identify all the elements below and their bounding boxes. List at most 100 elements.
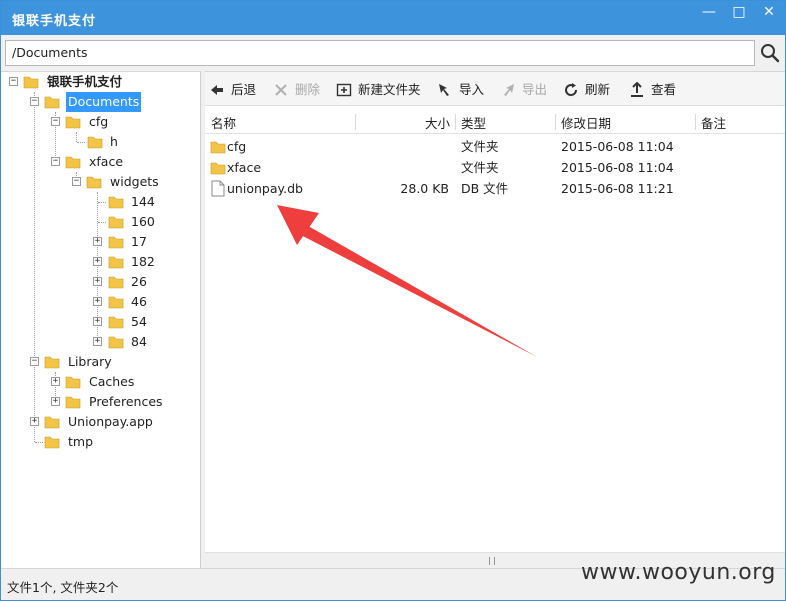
path-input[interactable]: /Documents bbox=[5, 40, 755, 66]
folder-icon bbox=[44, 356, 60, 369]
tree-node-unionpay-app[interactable]: + Unionpay.app bbox=[1, 412, 200, 432]
expand-toggle[interactable]: + bbox=[93, 297, 102, 306]
file-type: 文件夹 bbox=[461, 139, 499, 154]
tree-node-widgets[interactable]: − widgets bbox=[1, 172, 200, 192]
scrollbar-grip[interactable] bbox=[489, 557, 495, 565]
tree-node-h[interactable]: h bbox=[1, 132, 200, 152]
column-modified[interactable]: 修改日期 bbox=[561, 113, 611, 132]
file-size: 28.0 KB bbox=[400, 181, 449, 196]
column-type[interactable]: 类型 bbox=[461, 113, 486, 132]
folder-icon bbox=[65, 396, 81, 409]
collapse-toggle[interactable]: − bbox=[72, 177, 81, 186]
tree-node-root[interactable]: − 银联手机支付 bbox=[1, 72, 200, 92]
tree-node-46[interactable]: + 46 bbox=[1, 292, 200, 312]
file-icon bbox=[211, 180, 225, 197]
column-name[interactable]: 名称 bbox=[211, 113, 236, 132]
tree-node-17[interactable]: + 17 bbox=[1, 232, 200, 252]
tree-node-160[interactable]: 160 bbox=[1, 212, 200, 232]
file-row-cfg[interactable]: cfg 文件夹 2015-06-08 11:04 bbox=[205, 136, 785, 157]
column-size[interactable]: 大小 bbox=[425, 113, 450, 132]
address-bar: /Documents bbox=[1, 35, 785, 71]
expand-toggle[interactable]: + bbox=[93, 317, 102, 326]
close-button[interactable]: ✕ bbox=[757, 3, 781, 21]
expand-toggle[interactable]: + bbox=[93, 237, 102, 246]
folder-icon bbox=[44, 436, 60, 449]
column-header: 名称 大小 类型 修改日期 备注 bbox=[205, 110, 785, 134]
tree-node-label: Library bbox=[68, 354, 112, 369]
file-modified: 2015-06-08 11:04 bbox=[561, 160, 674, 175]
expand-toggle[interactable]: + bbox=[93, 277, 102, 286]
expand-toggle[interactable]: + bbox=[51, 377, 60, 386]
tree-node-84[interactable]: + 84 bbox=[1, 332, 200, 352]
file-modified: 2015-06-08 11:21 bbox=[561, 181, 674, 196]
folder-icon bbox=[108, 216, 124, 229]
tree-node-label: Unionpay.app bbox=[68, 414, 153, 429]
folder-icon bbox=[210, 141, 226, 154]
folder-icon bbox=[87, 136, 103, 149]
tree-node-label: Documents bbox=[66, 92, 142, 112]
watermark: www.wooyun.org bbox=[581, 560, 776, 585]
folder-icon bbox=[65, 116, 81, 129]
folder-icon bbox=[44, 416, 60, 429]
collapse-toggle[interactable]: − bbox=[9, 77, 18, 86]
status-text: 文件1个, 文件夹2个 bbox=[7, 580, 119, 595]
file-list-pane: 后退 删除 新建文件夹 导入 导出 刷新 查看 名称 大小 类型 修改日期 备注… bbox=[205, 71, 785, 569]
expand-toggle[interactable]: + bbox=[93, 337, 102, 346]
tree-node-library[interactable]: − Library bbox=[1, 352, 200, 372]
window-title: 银联手机支付 bbox=[12, 14, 97, 29]
tree-node-label: 182 bbox=[131, 254, 155, 269]
tree-node-54[interactable]: + 54 bbox=[1, 312, 200, 332]
refresh-icon bbox=[565, 83, 578, 97]
tree-node-label: Preferences bbox=[89, 394, 163, 409]
tree-node-preferences[interactable]: + Preferences bbox=[1, 392, 200, 412]
tree-node-label: 17 bbox=[131, 234, 147, 249]
arrow-left-icon bbox=[211, 85, 223, 95]
collapse-toggle[interactable]: − bbox=[30, 97, 39, 106]
folder-icon bbox=[65, 376, 81, 389]
folder-icon bbox=[108, 196, 124, 209]
file-name: xface bbox=[227, 160, 262, 175]
tree-node-label: widgets bbox=[110, 174, 159, 189]
tree-node-caches[interactable]: + Caches bbox=[1, 372, 200, 392]
maximize-button[interactable]: □ bbox=[727, 3, 751, 21]
tree-node-182[interactable]: + 182 bbox=[1, 252, 200, 272]
tree-node-26[interactable]: + 26 bbox=[1, 272, 200, 292]
tree-node-label: xface bbox=[89, 154, 124, 169]
close-icon bbox=[275, 84, 287, 96]
tree-node-documents[interactable]: − Documents bbox=[1, 92, 200, 112]
expand-toggle[interactable]: + bbox=[51, 397, 60, 406]
expand-toggle[interactable]: + bbox=[30, 417, 39, 426]
import-icon bbox=[439, 84, 449, 96]
tree-node-xface[interactable]: − xface bbox=[1, 152, 200, 172]
folder-icon bbox=[108, 276, 124, 289]
file-row-xface[interactable]: xface 文件夹 2015-06-08 11:04 bbox=[205, 157, 785, 178]
collapse-toggle[interactable]: − bbox=[51, 117, 60, 126]
tree-node-label: 银联手机支付 bbox=[47, 74, 123, 89]
tree-node-tmp[interactable]: tmp bbox=[1, 432, 200, 452]
expand-toggle[interactable]: + bbox=[93, 257, 102, 266]
folder-icon bbox=[86, 176, 102, 189]
tree-node-label: h bbox=[110, 134, 118, 149]
tree-node-label: 84 bbox=[131, 334, 147, 349]
tree-node-label: 160 bbox=[131, 214, 155, 229]
file-row-unionpay-db[interactable]: unionpay.db 28.0 KB DB 文件 2015-06-08 11:… bbox=[205, 178, 785, 199]
tree-node-cfg[interactable]: − cfg bbox=[1, 112, 200, 132]
column-note[interactable]: 备注 bbox=[701, 113, 726, 132]
tree-node-label: 46 bbox=[131, 294, 147, 309]
search-icon[interactable] bbox=[759, 42, 781, 64]
tree-node-label: 54 bbox=[131, 314, 147, 329]
collapse-toggle[interactable]: − bbox=[51, 157, 60, 166]
folder-icon bbox=[65, 156, 81, 169]
file-name: unionpay.db bbox=[227, 181, 303, 196]
collapse-toggle[interactable]: − bbox=[30, 357, 39, 366]
file-type: DB 文件 bbox=[461, 181, 509, 196]
folder-icon bbox=[108, 296, 124, 309]
minimize-button[interactable]: — bbox=[697, 3, 721, 21]
tree-node-label: tmp bbox=[68, 434, 94, 449]
app-window: 银联手机支付 — □ ✕ /Documents − 银联手机支付 − Docum… bbox=[0, 0, 786, 601]
tree-node-label: cfg bbox=[89, 114, 109, 129]
title-bar: 银联手机支付 — □ ✕ bbox=[1, 1, 785, 35]
view-icon bbox=[631, 82, 643, 97]
new-folder-icon bbox=[336, 83, 352, 97]
tree-node-144[interactable]: 144 bbox=[1, 192, 200, 212]
